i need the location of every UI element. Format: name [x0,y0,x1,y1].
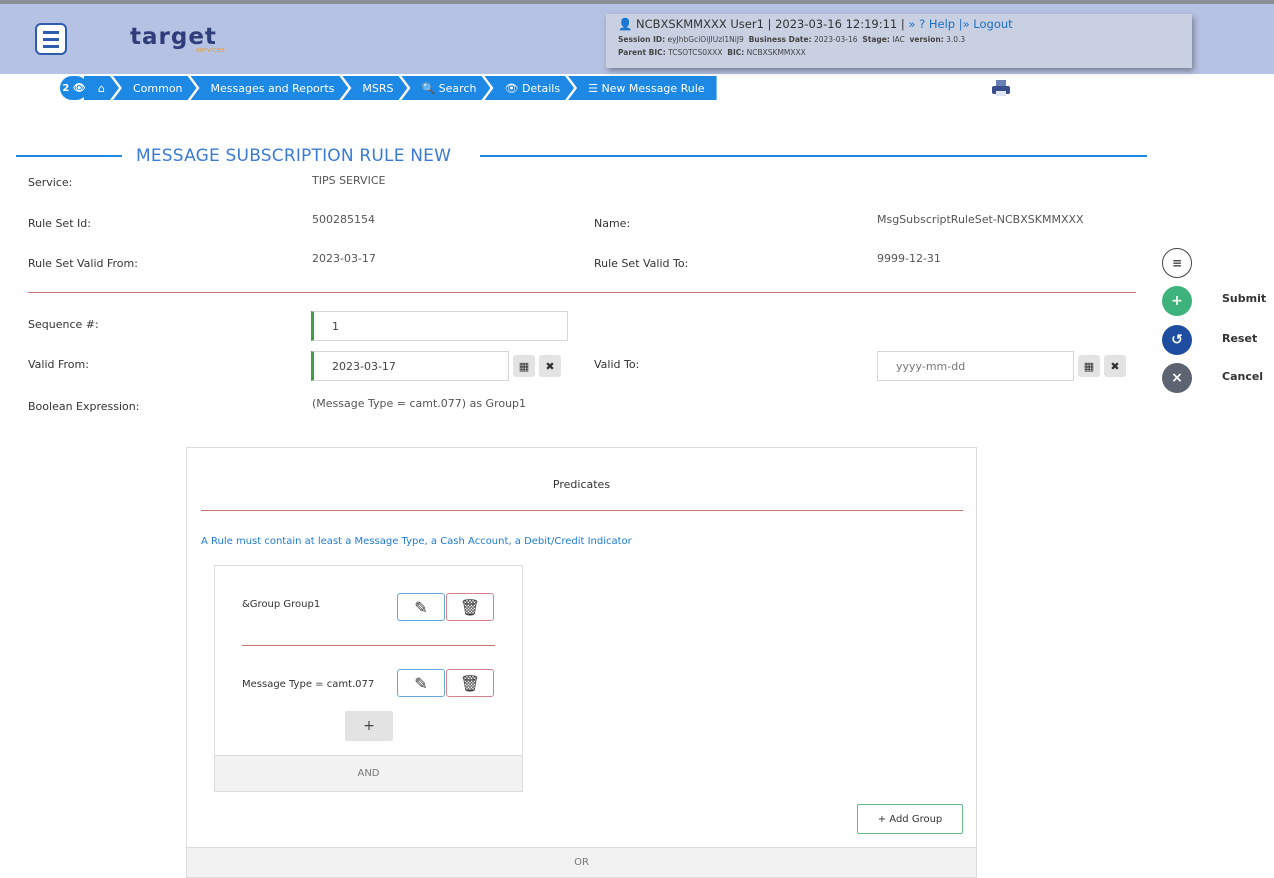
breadcrumb-messages-reports[interactable]: Messages and Reports [191,76,349,100]
delete-predicate-button[interactable]: 🗑 [446,669,494,697]
edit-predicate-button[interactable]: ✎ [397,669,445,697]
history-badge[interactable]: 2 👁 [60,76,88,100]
bic-label: BIC: [727,48,745,57]
version-label: version: [909,35,944,44]
rule-set-valid-to-value: 9999-12-31 [877,252,941,265]
section-divider [28,292,1136,293]
submit-button[interactable]: + [1162,286,1192,316]
clear-icon[interactable]: ✖ [539,355,561,377]
name-label: Name: [594,217,631,230]
session-id: eyJhbGciOiJIUzI1NiJ9 [667,35,744,44]
delete-group-button[interactable]: 🗑 [446,593,494,621]
service-value: TIPS SERVICE [312,174,386,187]
session-id-label: Session ID: [618,35,666,44]
add-predicate-button[interactable]: + [345,711,393,741]
predicate-label: Message Type = camt.077 [242,679,375,690]
list-icon: ☰ [588,81,602,95]
business-date-label: Business Date: [748,35,812,44]
cancel-label[interactable]: Cancel [1222,370,1263,383]
stage-label: Stage: [862,35,890,44]
datetime: | 2023-03-16 12:19:11 | [767,17,905,31]
predicates-divider [201,510,963,511]
session-info: 👤 NCBXSKMMXXX User1 | 2023-03-16 12:19:1… [606,14,1192,68]
group-box: &Group Group1 ✎ 🗑 Message Type = camt.07… [214,565,523,792]
reset-button[interactable]: ↺ [1162,325,1192,355]
clear-icon[interactable]: ✖ [1104,355,1126,377]
valid-to-label: Valid To: [594,358,640,371]
breadcrumb-search[interactable]: 🔍 Search [401,76,490,100]
pencil-icon: ✎ [414,673,428,693]
trash-icon: 🗑 [459,673,481,693]
breadcrumb-new-message-rule[interactable]: ☰ New Message Rule [568,76,717,100]
rule-set-id-value: 500285154 [312,213,375,226]
page-title: MESSAGE SUBSCRIPTION RULE NEW [136,146,452,166]
add-group-button[interactable]: + Add Group [857,804,963,834]
valid-from-input[interactable]: 2023-03-17 [311,351,509,381]
rule-set-valid-from-value: 2023-03-17 [312,252,376,265]
parent-bic-label: Parent BIC: [618,48,666,57]
parent-bic: TCSOTCS0XXX [668,48,723,57]
menu-icon[interactable] [35,23,67,55]
rule-set-valid-from-label: Rule Set Valid From: [28,257,138,270]
top-bar: target services 👤 NCBXSKMMXXX User1 | 20… [0,0,1274,74]
version: 3.0.3 [946,35,966,44]
valid-from-label: Valid From: [28,358,89,371]
predicates-title: Predicates [552,478,611,491]
sequence-label: Sequence #: [28,318,99,331]
group-divider [242,645,495,646]
boolean-expression-value: (Message Type = camt.077) as Group1 [312,397,527,410]
and-operator[interactable]: AND [215,755,522,791]
calendar-icon[interactable]: ▦ [513,355,535,377]
name-value: MsgSubscriptRuleSet-NCBXSKMMXXX [877,213,1084,226]
home-icon[interactable]: ⌂ [84,76,119,100]
edit-group-button[interactable]: ✎ [397,593,445,621]
reset-label[interactable]: Reset [1222,332,1257,345]
title-divider [16,155,122,157]
breadcrumb-common[interactable]: Common [113,76,197,100]
user-name: NCBXSKMMXXX User1 [635,17,764,31]
printer-icon[interactable] [990,79,1012,97]
boolean-expression-label: Boolean Expression: [28,400,140,413]
service-label: Service: [28,176,73,189]
group-label: &Group Group1 [242,599,321,610]
breadcrumb-details[interactable]: 👁 Details [484,76,574,100]
list-icon[interactable]: ≡ [1162,248,1192,278]
rule-set-valid-to-label: Rule Set Valid To: [594,257,689,270]
sequence-input[interactable]: 1 [311,311,568,341]
search-icon: 🔍 [421,81,439,95]
bic: NCBXSKMMXXX [746,48,806,57]
business-date: 2023-03-16 [813,35,858,44]
valid-to-input[interactable]: yyyy-mm-dd [877,351,1074,381]
logo-sub: services [196,46,225,54]
pencil-icon: ✎ [414,597,428,617]
eye-icon: 👁 [504,81,522,95]
predicates-panel: Predicates A Rule must contain at least … [186,447,977,878]
trash-icon: 🗑 [459,597,481,617]
stage: IAC [892,35,905,44]
logout-link[interactable]: |» Logout [959,17,1013,31]
user-icon: 👤 [618,17,633,31]
calendar-icon[interactable]: ▦ [1078,355,1100,377]
cancel-button[interactable]: × [1162,363,1192,393]
title-divider [480,155,1147,157]
rule-set-id-label: Rule Set Id: [28,217,91,230]
submit-label[interactable]: Submit [1222,292,1266,305]
breadcrumb-msrs[interactable]: MSRS [342,76,407,100]
or-operator[interactable]: OR [187,847,976,877]
help-link[interactable]: » ? Help [908,17,955,31]
breadcrumb: 2 👁 ⌂ Common Messages and Reports MSRS 🔍… [60,76,717,100]
predicates-info: A Rule must contain at least a Message T… [201,536,632,547]
